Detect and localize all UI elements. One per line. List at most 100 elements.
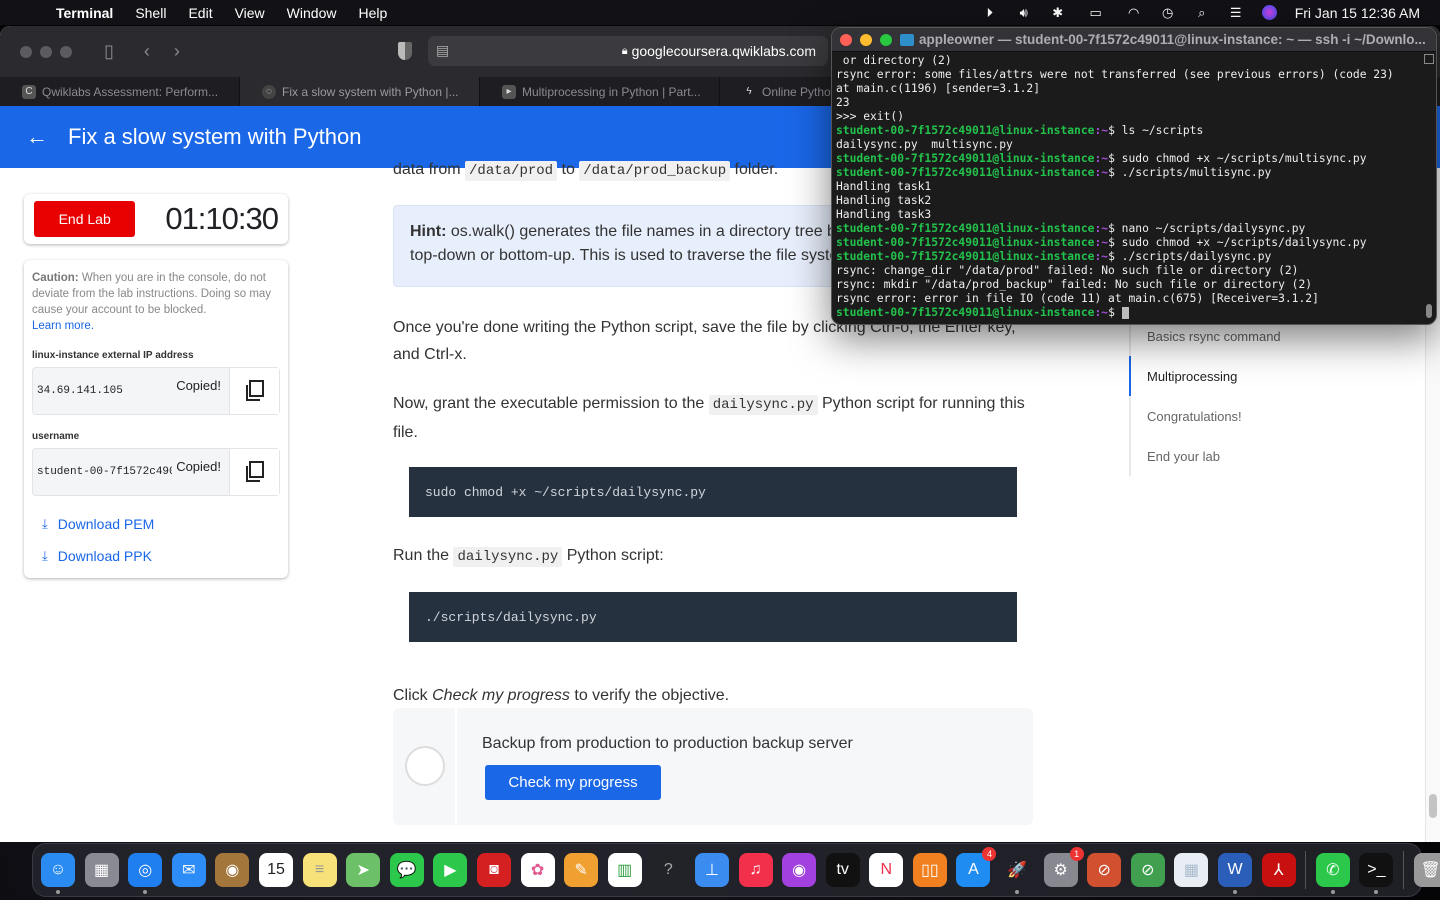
dock-calendar-icon[interactable]: 15: [258, 853, 293, 887]
minimize-button[interactable]: [40, 45, 52, 58]
icon-glyph: tv: [836, 861, 849, 878]
dock-mail-icon[interactable]: ✉: [171, 853, 206, 887]
dock-news-icon[interactable]: N: [869, 853, 904, 887]
address-bar[interactable]: ▤ 🔒︎ googlecoursera.qwiklabs.com: [428, 36, 828, 66]
close-button[interactable]: [20, 45, 32, 58]
dock-pages-icon[interactable]: ✎: [564, 853, 599, 887]
learn-more-link[interactable]: Learn more.: [32, 320, 94, 332]
menu-app-name[interactable]: Terminal: [56, 5, 113, 21]
dock-whatsapp-icon[interactable]: ✆: [1315, 853, 1350, 894]
dock-app-store-icon[interactable]: A4: [956, 847, 997, 887]
menu-shell[interactable]: Shell: [135, 5, 166, 21]
split-pane-icon[interactable]: [1424, 54, 1434, 64]
back-arrow-icon[interactable]: ←: [26, 124, 48, 150]
dock-contacts-icon[interactable]: ◉: [215, 853, 250, 887]
dock-books-icon[interactable]: ▯▯: [912, 853, 947, 887]
inline-code: dailysync.py: [708, 395, 818, 415]
menu-view[interactable]: View: [235, 5, 265, 21]
download-pem-link[interactable]: ⤓ Download PEM: [42, 516, 280, 532]
tab-multiprocessing[interactable]: ▸ Multiprocessing in Python | Part...: [480, 77, 720, 106]
dock-terminal-icon[interactable]: >_: [1359, 853, 1394, 894]
code-block-chmod[interactable]: sudo chmod +x ~/scripts/dailysync.py: [409, 467, 1017, 517]
terminal-output[interactable]: or directory (2) rsync error: some files/…: [832, 52, 1436, 322]
menu-window[interactable]: Window: [287, 5, 337, 21]
siri-icon[interactable]: [1261, 5, 1277, 20]
end-lab-button[interactable]: End Lab: [34, 201, 136, 237]
copy-ip-button[interactable]: [229, 368, 279, 414]
icon-glyph: ⊥: [704, 862, 719, 879]
dock-help-icon[interactable]: ?: [651, 853, 685, 887]
terminal-minimize-button[interactable]: [860, 33, 872, 46]
terminal-output-line: rsync: change_dir "/data/prod" failed: N…: [836, 264, 1299, 277]
dock-apple-tv-icon[interactable]: tv: [825, 853, 860, 887]
terminal-zoom-button[interactable]: [880, 33, 892, 46]
dock-podcasts-icon[interactable]: ◉: [782, 853, 817, 887]
dock-facetime-icon[interactable]: ▶: [433, 853, 468, 887]
dock-blocked-app-2-icon[interactable]: ⊘: [1130, 853, 1165, 887]
toc-item-multiprocessing[interactable]: Multiprocessing: [1129, 356, 1389, 396]
code-block-run[interactable]: ./scripts/dailysync.py: [409, 592, 1017, 642]
back-nav-icon[interactable]: ‹: [144, 41, 150, 62]
toc-item-end-lab[interactable]: End your lab: [1131, 436, 1389, 476]
check-my-progress-button[interactable]: Check my progress: [485, 765, 661, 800]
dock-keynote-icon[interactable]: ⊥: [694, 853, 729, 887]
forward-nav-icon[interactable]: ›: [174, 41, 180, 62]
dock-preview-icon[interactable]: ▦: [1174, 853, 1209, 887]
menu-edit[interactable]: Edit: [188, 5, 212, 21]
battery-icon[interactable]: ▭: [1084, 5, 1108, 21]
media-play-icon[interactable]: ⏵: [982, 5, 998, 21]
dock: ☺ ▦ ◎ ✉ ◉ 15 ≡ ➤ 💬 ▶ ◙ ✿ ✎ ▥? ⊥ ♫ ◉ tv N ▯▯ A 4 🚀 ⚙ 1 ⊘ ⊘ ▦ W ⅄ ✆ >_ 🗑: [32, 843, 1440, 897]
download-ppk-link[interactable]: ⤓ Download PPK: [42, 548, 280, 564]
control-center-icon[interactable]: ☰: [1228, 5, 1244, 21]
lock-icon: 🔒︎: [621, 44, 628, 57]
dock-finder-icon[interactable]: ☺: [41, 853, 75, 894]
terminal-close-button[interactable]: [840, 33, 852, 46]
copy-username-button[interactable]: [229, 449, 279, 495]
download-pem-label: Download PEM: [57, 516, 155, 532]
volume-icon[interactable]: 🔊︎: [1016, 5, 1032, 21]
dock-photo-booth-icon[interactable]: ◙: [476, 853, 511, 887]
dock-music-icon[interactable]: ♫: [738, 853, 773, 887]
dock-blocked-app-1-icon[interactable]: ⊘: [1087, 853, 1122, 887]
dock-trash-icon[interactable]: 🗑: [1413, 853, 1440, 887]
username-field: student-00-7f1572c49011 Copied!: [32, 448, 280, 496]
ip-value[interactable]: 34.69.141.105 Copied!: [33, 368, 229, 414]
tab-fix-slow-system[interactable]: ◌ Fix a slow system with Python |...: [240, 77, 480, 106]
run-instructions: Run the dailysync.py Python script:: [393, 542, 1033, 571]
scrollbar-thumb[interactable]: [1429, 794, 1437, 818]
dock-system-preferences-icon[interactable]: ⚙ 1: [1043, 847, 1084, 887]
notification-badge: 4: [982, 847, 997, 861]
username-value[interactable]: student-00-7f1572c49011 Copied!: [33, 449, 229, 495]
dock-launchpad-icon[interactable]: ▦: [84, 853, 119, 887]
menu-help[interactable]: Help: [358, 5, 387, 21]
terminal-scroll-thumb[interactable]: [1426, 304, 1432, 318]
toc-item-congratulations[interactable]: Congratulations!: [1131, 396, 1389, 436]
dock-python-launcher-icon[interactable]: 🚀: [1000, 853, 1034, 894]
privacy-shield-icon[interactable]: [398, 42, 412, 60]
copied-status: Copied!: [172, 378, 221, 393]
time-machine-icon[interactable]: ◷: [1160, 5, 1176, 21]
copy-icon: [245, 380, 264, 401]
icon-glyph: 💬: [396, 862, 417, 879]
prompt-path: :~: [1094, 124, 1109, 137]
zoom-button[interactable]: [60, 45, 72, 58]
dock-notes-icon[interactable]: ≡: [302, 853, 337, 887]
dock-safari-icon[interactable]: ◎: [128, 853, 163, 894]
bluetooth-icon[interactable]: ✱: [1050, 5, 1066, 21]
wifi-icon[interactable]: ◠: [1126, 5, 1142, 21]
dock-photos-icon[interactable]: ✿: [520, 853, 555, 887]
tab-qwiklabs-assessment[interactable]: C Qwiklabs Assessment: Perform...: [0, 77, 240, 106]
sidebar-toggle-icon[interactable]: ▯: [104, 41, 114, 62]
dock-messages-icon[interactable]: 💬: [389, 853, 424, 887]
dock-numbers-icon[interactable]: ▥: [607, 853, 642, 887]
menu-clock[interactable]: Fri Jan 15 12:36 AM: [1295, 5, 1420, 21]
spotlight-search-icon[interactable]: ⌕: [1194, 5, 1210, 21]
reader-icon[interactable]: ▤: [436, 42, 449, 59]
dock-acrobat-icon[interactable]: ⅄: [1261, 853, 1296, 887]
terminal-titlebar[interactable]: appleowner — student-00-7f1572c49011@lin…: [832, 28, 1436, 52]
dock-word-icon[interactable]: W: [1218, 853, 1253, 894]
icon-glyph: ▯▯: [921, 862, 939, 879]
terminal-scrollbar[interactable]: [1424, 54, 1434, 322]
dock-maps-icon[interactable]: ➤: [346, 853, 381, 887]
partial-paragraph: data from /data/prod to /data/prod_backu…: [393, 156, 778, 185]
